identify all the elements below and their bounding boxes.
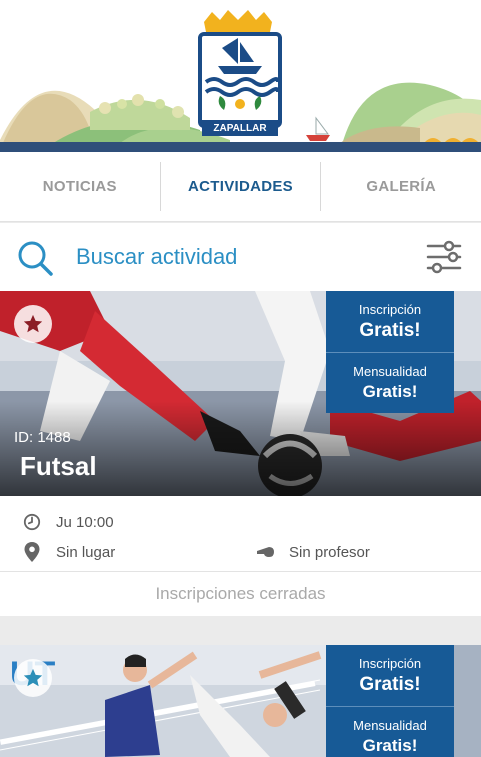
zapallar-crest (198, 10, 282, 136)
schedule: Ju 10:00 (22, 512, 114, 532)
filter-icon[interactable] (425, 238, 463, 276)
search-bar (0, 223, 481, 291)
activity-image: Inscripción Gratis! Mensualidad Gratis! … (0, 291, 481, 496)
monthly-label: Mensualidad (353, 718, 427, 733)
place: Sin lugar (22, 542, 115, 562)
landscape-illustration: ZAPALLAR (0, 0, 481, 152)
tab-galeria[interactable]: GALERÍA (321, 152, 481, 221)
price-box: Inscripción Gratis! Mensualidad Gratis! (326, 645, 454, 757)
registration-price: Inscripción Gratis! (326, 645, 454, 706)
activity-meta: Ju 10:00 Sin lugar Sin profesor (0, 496, 481, 571)
location-pin-icon (24, 542, 40, 562)
registration-price: Inscripción Gratis! (326, 291, 454, 352)
monthly-label: Mensualidad (353, 364, 427, 379)
registration-label: Inscripción (358, 655, 422, 671)
registration-label: Inscripción (358, 301, 422, 317)
search-input[interactable] (76, 239, 396, 275)
teacher-text: Sin profesor (289, 543, 370, 561)
star-icon (23, 314, 43, 333)
star-icon (23, 668, 43, 687)
monthly-price: Mensualidad Gratis! (326, 706, 454, 757)
activity-card[interactable]: UT Inscripción Gratis! (0, 645, 481, 757)
whistle-icon (257, 547, 274, 557)
search-icon[interactable] (16, 239, 54, 277)
tab-noticias[interactable]: NOTICIAS (0, 152, 160, 221)
tab-bar: NOTICIAS ACTIVIDADES GALERÍA (0, 152, 481, 222)
tab-actividades[interactable]: ACTIVIDADES (161, 152, 321, 221)
activity-id: ID: 1488 (14, 429, 71, 446)
clock-icon (23, 513, 41, 531)
price-box: Inscripción Gratis! Mensualidad Gratis! (326, 291, 454, 413)
schedule-text: Ju 10:00 (56, 513, 114, 531)
logo-text: ZAPALLAR (213, 123, 267, 134)
teacher: Sin profesor (255, 542, 370, 562)
registration-value: Gratis! (359, 673, 421, 695)
monthly-value: Gratis! (362, 382, 418, 401)
monthly-price: Mensualidad Gratis! (326, 352, 454, 413)
header-banner: ZAPALLAR (0, 0, 481, 152)
place-text: Sin lugar (56, 543, 116, 561)
monthly-value: Gratis! (362, 736, 418, 755)
activity-image: UT Inscripción Gratis! (0, 645, 481, 757)
registration-status: Inscripciones cerradas (0, 571, 481, 616)
favorite-button[interactable] (14, 659, 52, 697)
favorite-button[interactable] (14, 305, 52, 343)
activity-title: Futsal (20, 451, 97, 481)
activity-card[interactable]: Inscripción Gratis! Mensualidad Gratis! … (0, 291, 481, 616)
registration-value: Gratis! (359, 319, 421, 341)
